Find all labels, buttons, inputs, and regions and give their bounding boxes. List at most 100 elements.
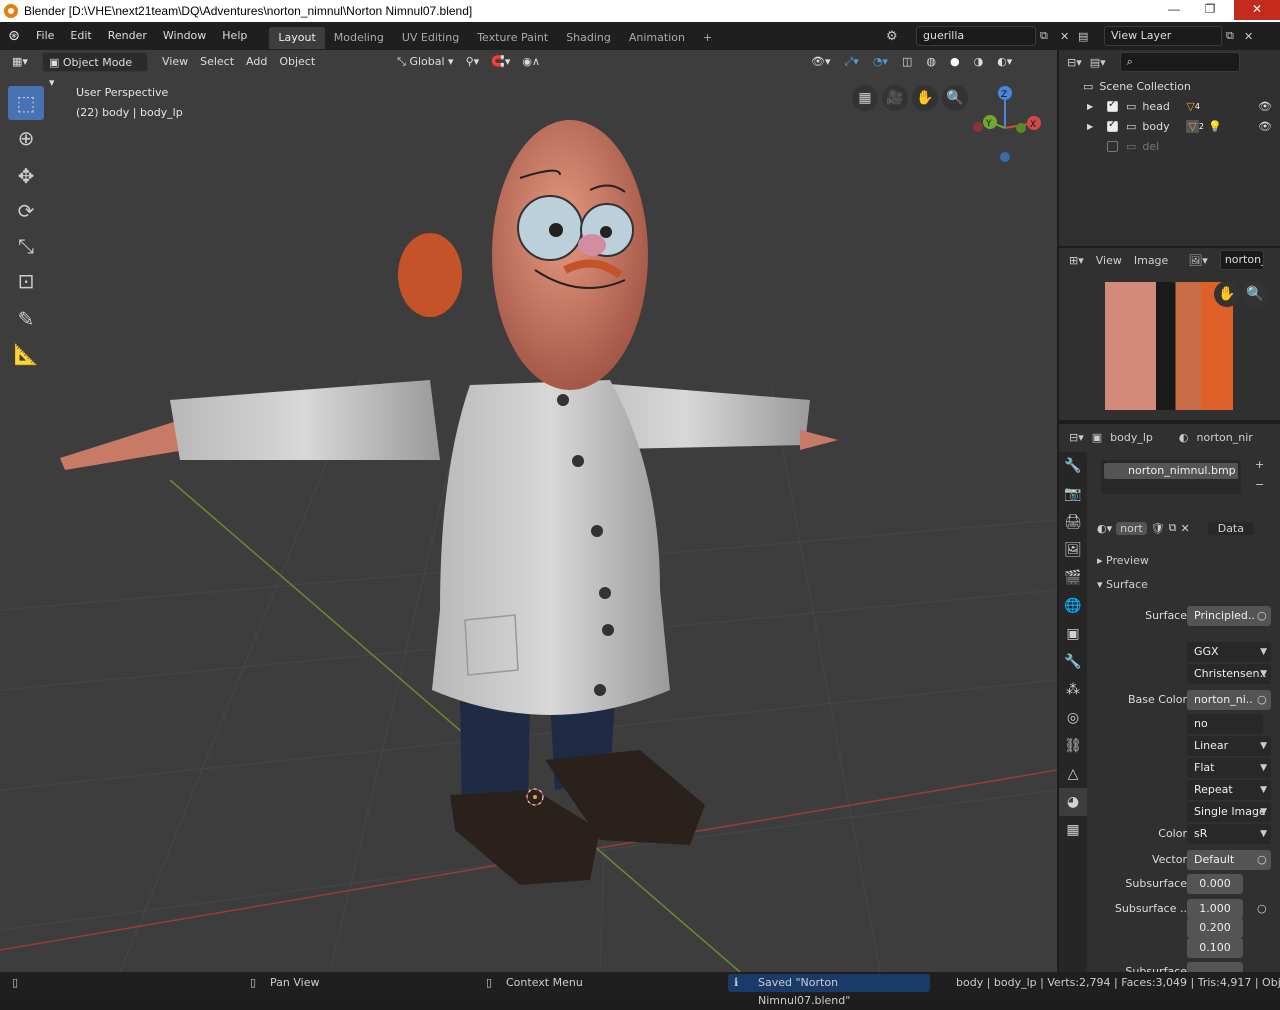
xray-icon[interactable]: ◫ <box>896 52 918 72</box>
image-editor-icon[interactable]: ⊞▾ <box>1069 254 1084 267</box>
output-tab-icon[interactable]: 🖨 <box>1059 508 1087 536</box>
editor-type-icon[interactable]: ▦▾ <box>6 52 42 72</box>
scene-tab-icon[interactable]: 🎬 <box>1059 564 1087 592</box>
mode-selector[interactable]: ▣ Object Mode ▾ <box>42 52 148 89</box>
tab-texture-paint[interactable]: Texture Paint <box>468 27 557 49</box>
property-field[interactable]: Christensen.. ▼ <box>1187 664 1271 684</box>
image-browse-icon[interactable]: 🖼▾ <box>1188 254 1208 267</box>
tool-tab-icon[interactable]: 🔧 <box>1059 452 1087 480</box>
material-slot-item[interactable]: norton_nimnul.bmp <box>1104 463 1238 479</box>
menu-add[interactable]: Add <box>240 52 273 72</box>
view-layer-tab-icon[interactable]: 🖼 <box>1059 536 1087 564</box>
new-view-layer-icon[interactable]: ⧉ <box>1226 29 1240 43</box>
expand-arrow-icon[interactable]: ▶ <box>1087 122 1107 131</box>
property-field[interactable]: no <box>1187 714 1263 734</box>
snap-icon[interactable]: 🧲▾ <box>485 52 516 72</box>
scale-tool-icon[interactable]: ⤡ <box>8 229 44 263</box>
property-field[interactable]: GGX ▼ <box>1187 642 1271 662</box>
texture-preview[interactable] <box>1105 282 1233 410</box>
solid-shading-icon[interactable]: ● <box>944 52 966 72</box>
material-browse-icon[interactable]: ◐▾ <box>1097 522 1112 535</box>
delete-view-layer-icon[interactable]: ✕ <box>1244 30 1258 43</box>
ortho-toggle-icon[interactable]: ▦ <box>852 85 878 111</box>
tab-animation[interactable]: Animation <box>620 27 694 49</box>
image-name-field[interactable]: norton_ <box>1219 250 1264 270</box>
gizmo-toggle-icon[interactable]: ⤢▾ <box>839 52 865 72</box>
rotate-tool-icon[interactable]: ⟳ <box>8 194 44 228</box>
add-workspace-button[interactable]: + <box>694 27 721 49</box>
scene-icon[interactable]: ⚙ <box>886 29 912 44</box>
material-field[interactable]: nort <box>1116 521 1147 535</box>
transform-tool-icon[interactable]: ⊡ <box>8 264 44 298</box>
blender-menu-icon[interactable]: ⊛ <box>0 28 28 44</box>
image-menu-image[interactable]: Image <box>1134 254 1168 267</box>
proportional-edit-icon[interactable]: ◉∧ <box>516 52 546 72</box>
modifier-tab-icon[interactable]: 🔧 <box>1059 648 1087 676</box>
wireframe-shading-icon[interactable]: ◍ <box>920 52 942 72</box>
material-tab-icon[interactable]: ◕ <box>1059 788 1087 816</box>
camera-view-icon[interactable]: 🎥 <box>882 85 908 111</box>
property-field[interactable]: 0.100 <box>1187 938 1243 958</box>
material-shading-icon[interactable]: ◑ <box>968 52 990 72</box>
outliner-item-del[interactable]: ▭ del <box>1059 136 1280 156</box>
include-checkbox[interactable] <box>1107 140 1118 152</box>
outliner-search-input[interactable]: ⌕ <box>1119 52 1240 72</box>
particles-tab-icon[interactable]: ⁂ <box>1059 676 1087 704</box>
scene-collection-row[interactable]: ▭ Scene Collection <box>1059 76 1280 96</box>
tab-layout[interactable]: Layout <box>269 27 325 49</box>
menu-view[interactable]: View <box>156 52 194 72</box>
surface-section[interactable]: ▾ Surface <box>1097 578 1148 591</box>
property-field[interactable]: Repeat ▼ <box>1187 780 1271 800</box>
menu-edit[interactable]: Edit <box>62 22 99 50</box>
render-tab-icon[interactable]: 📷 <box>1059 480 1087 508</box>
constraints-tab-icon[interactable]: ⛓ <box>1059 732 1087 760</box>
pan-hand-icon[interactable]: ✋ <box>912 85 938 111</box>
property-field[interactable]: 1.000 <box>1187 899 1243 919</box>
preview-section[interactable]: ▸ Preview <box>1097 554 1149 567</box>
object-tab-icon[interactable]: ▣ <box>1059 620 1087 648</box>
new-scene-icon[interactable]: ⧉ <box>1040 29 1056 43</box>
move-tool-icon[interactable]: ✥ <box>8 159 44 193</box>
close-button[interactable]: ✕ <box>1234 0 1280 20</box>
eye-icon[interactable]: 👁 <box>1258 100 1272 113</box>
display-mode-icon[interactable]: ▤▾ <box>1090 56 1106 69</box>
cursor-tool-icon[interactable]: ⊕ <box>8 121 44 155</box>
fake-user-icon[interactable]: 🛡 <box>1151 522 1165 535</box>
menu-help[interactable]: Help <box>214 22 255 50</box>
outliner-item-body[interactable]: ▶ ▭ body ▽2 💡 👁 <box>1059 116 1280 136</box>
menu-object[interactable]: Object <box>273 52 321 72</box>
image-menu-view[interactable]: View <box>1096 254 1122 267</box>
menu-window[interactable]: Window <box>155 22 214 50</box>
view-layer-field[interactable]: View Layer <box>1104 26 1222 46</box>
property-field[interactable]: 0.200 <box>1187 918 1243 938</box>
zoom-icon[interactable]: 🔍 <box>942 85 968 111</box>
minimize-button[interactable]: — <box>1160 0 1188 20</box>
eye-icon[interactable]: 👁 <box>1258 120 1272 133</box>
measure-tool-icon[interactable]: 📐 <box>8 337 44 371</box>
property-field[interactable]: Linear ▼ <box>1187 736 1271 756</box>
material-slot-list[interactable]: norton_nimnul.bmp <box>1101 460 1241 494</box>
menu-render[interactable]: Render <box>100 22 155 50</box>
pan-hand-icon[interactable]: ✋ <box>1214 281 1240 307</box>
link-dropdown[interactable]: Data <box>1207 521 1254 535</box>
scene-name-field[interactable]: guerilla <box>916 26 1036 46</box>
zoom-icon[interactable]: 🔍 <box>1242 281 1268 307</box>
property-field[interactable]: sR ▼ <box>1187 824 1271 844</box>
delete-scene-icon[interactable]: ✕ <box>1060 30 1074 43</box>
duplicate-icon[interactable]: ⧉ <box>1169 521 1177 535</box>
outliner-editor-icon[interactable]: ⊟▾ <box>1067 56 1082 69</box>
3d-viewport[interactable]: Z X Y ▦▾ ▣ Object Mode ▾ View Select Add… <box>0 50 1057 972</box>
tab-shading[interactable]: Shading <box>557 27 620 49</box>
tab-uv-editing[interactable]: UV Editing <box>393 27 468 49</box>
maximize-button[interactable]: ❐ <box>1196 0 1224 20</box>
remove-slot-icon[interactable]: − <box>1255 478 1264 491</box>
include-checkbox[interactable] <box>1107 119 1118 132</box>
include-checkbox[interactable] <box>1107 99 1118 112</box>
tab-modeling[interactable]: Modeling <box>325 27 393 49</box>
socket-dot-icon[interactable]: ○ <box>1257 693 1267 706</box>
select-box-tool-icon[interactable]: ⬚ <box>8 86 44 120</box>
transform-orientation[interactable]: ⤡ Global ▾ <box>391 52 459 72</box>
annotate-tool-icon[interactable]: ✎ <box>8 302 44 336</box>
unlink-icon[interactable]: ✕ <box>1181 522 1190 535</box>
overlay-toggle-icon[interactable]: ◔▾ <box>867 52 894 72</box>
